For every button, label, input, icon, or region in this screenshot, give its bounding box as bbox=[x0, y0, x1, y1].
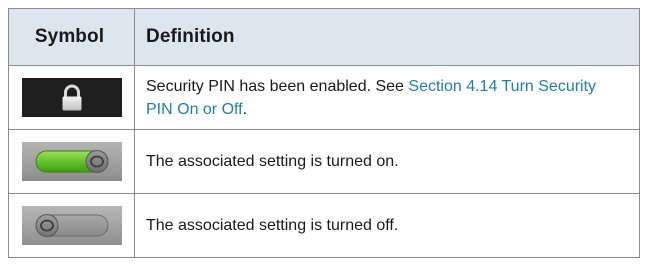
table-row: The associated setting is turned off. bbox=[8, 193, 640, 258]
definition-column-header: Definition bbox=[134, 8, 640, 66]
symbol-cell bbox=[8, 65, 135, 130]
symbol-cell bbox=[8, 129, 135, 194]
lock-icon bbox=[21, 78, 122, 117]
definition-suffix: . bbox=[242, 100, 248, 118]
definition-text: Security PIN has been enabled. See bbox=[146, 77, 409, 95]
symbol-cell bbox=[8, 193, 135, 258]
table-row: The associated setting is turned on. bbox=[8, 129, 640, 194]
definition-cell: The associated setting is turned on. bbox=[134, 129, 640, 194]
toggle-off-icon bbox=[21, 206, 122, 245]
definition-cell: Security PIN has been enabled. See Secti… bbox=[134, 65, 640, 130]
definition-cell: The associated setting is turned off. bbox=[134, 193, 640, 258]
toggle-on-icon bbox=[21, 142, 122, 181]
symbol-column-header: Symbol bbox=[8, 8, 135, 66]
table-row: Security PIN has been enabled. See Secti… bbox=[8, 65, 640, 130]
symbol-definition-table: Symbol Definition Security PIN has been … bbox=[8, 8, 640, 258]
definition-text: The associated setting is turned on. bbox=[146, 153, 399, 170]
definition-text: The associated setting is turned off. bbox=[146, 217, 399, 234]
table-header-row: Symbol Definition bbox=[8, 8, 640, 66]
